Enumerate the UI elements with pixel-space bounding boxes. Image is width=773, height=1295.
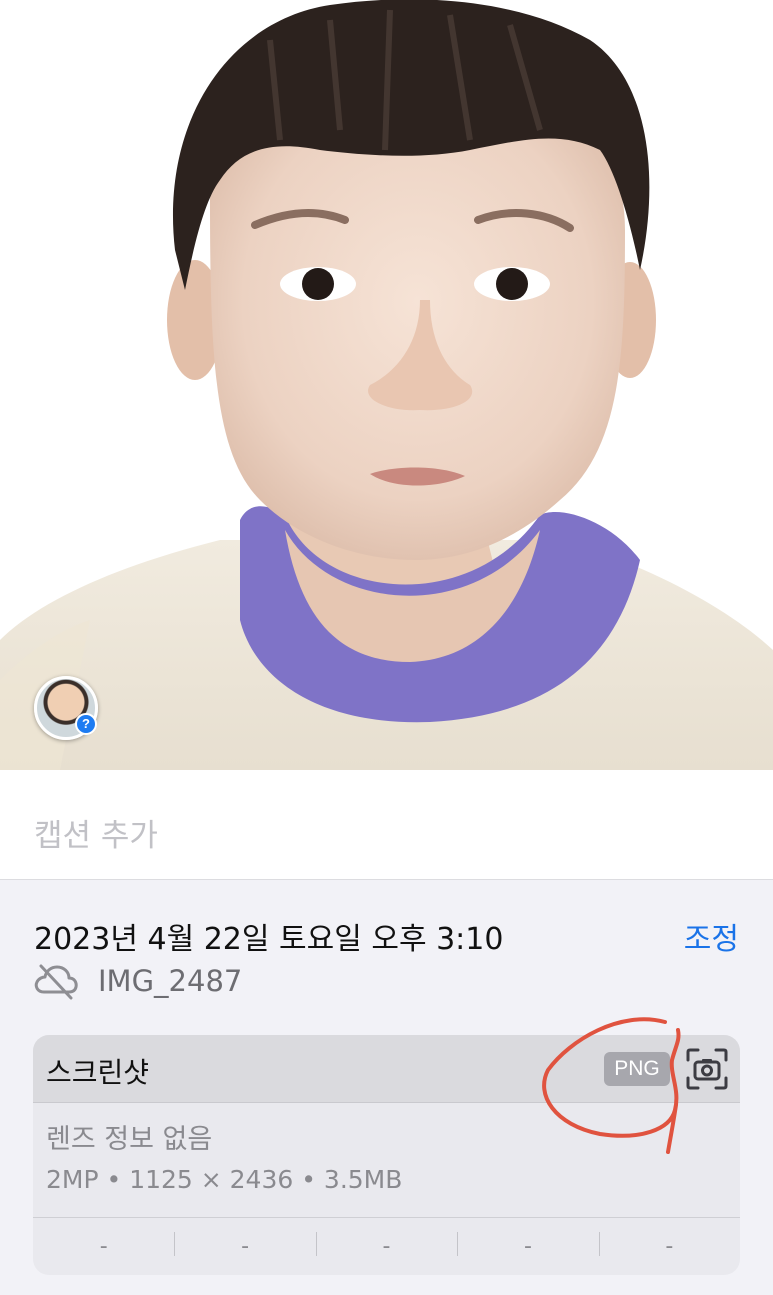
camera-viewfinder-icon[interactable] [685,1047,729,1091]
image-specs: 2MP • 1125 × 2436 • 3.5MB [46,1165,403,1194]
unknown-person-badge: ? [75,713,97,735]
lens-info: 렌즈 정보 없음 [46,1124,213,1155]
metadata-header: 스크린샷 PNG [33,1035,740,1103]
person-avatar-icon[interactable]: ? [34,676,98,740]
exif-shutter: - [598,1232,740,1259]
metadata-card[interactable]: 스크린샷 PNG 렌즈 정보 없음 2MP • 1125 × 2436 • 3.… [33,1035,740,1275]
format-badge: PNG [604,1052,670,1086]
adjust-button[interactable]: 조정 [684,914,739,958]
photo-datetime: 2023년 4월 22일 토요일 오후 3:10 [34,922,504,957]
caption-field[interactable]: 캡션 추가 [0,770,773,880]
cloud-slash-icon [34,964,78,1000]
photo-view[interactable]: ? [0,0,773,770]
exif-aperture: - [457,1232,598,1259]
exif-focal-length: - [174,1232,315,1259]
caption-placeholder[interactable]: 캡션 추가 [34,810,158,855]
child-portrait-photo [0,0,773,770]
capture-type-label: 스크린샷 [46,1056,150,1089]
file-name: IMG_2487 [98,964,243,998]
exif-row: - - - - - [33,1217,740,1275]
exif-exposure: - [315,1232,457,1259]
exif-iso: - [99,1234,108,1259]
